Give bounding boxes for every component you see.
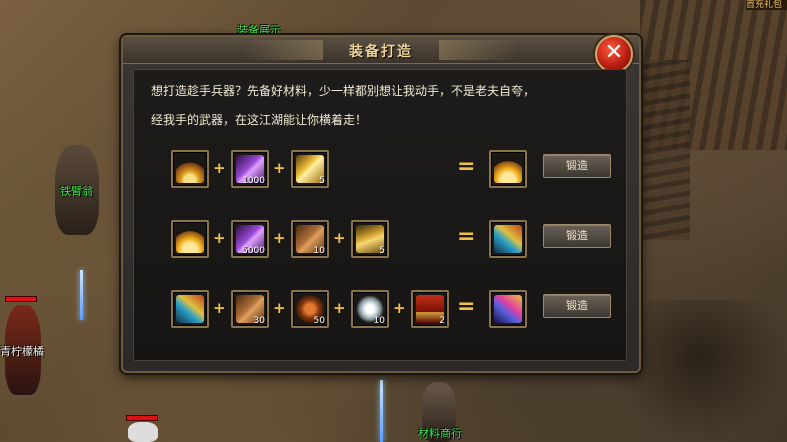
material-slot[interactable]: 5 bbox=[351, 220, 389, 258]
feather-fan-icon bbox=[494, 225, 522, 253]
material-quantity: 10 bbox=[373, 316, 385, 326]
material-slot[interactable] bbox=[171, 220, 209, 258]
golden-fan-icon bbox=[494, 155, 522, 183]
material-slot[interactable]: 5 bbox=[291, 150, 329, 188]
plus-sign: + bbox=[273, 229, 286, 247]
npc-sprite-bottom[interactable] bbox=[128, 422, 158, 442]
forge-dialog: 装备打造 ✕ 想打造趁手兵器？先备好材料，少一样都别想让我动手，不是老夫自夸， … bbox=[121, 35, 641, 373]
npc-hp-bar bbox=[126, 415, 158, 421]
forge-button[interactable]: 锻造 bbox=[543, 154, 611, 178]
golden-fan-icon bbox=[176, 225, 204, 253]
dialog-title: 装备打造 bbox=[349, 44, 413, 60]
result-slot[interactable] bbox=[489, 290, 527, 328]
material-slot[interactable] bbox=[171, 150, 209, 188]
equals-sign: = bbox=[457, 294, 476, 319]
light-beam-effect bbox=[380, 380, 383, 442]
material-slot[interactable]: 50 bbox=[291, 290, 329, 328]
material-quantity: 2 bbox=[439, 316, 445, 326]
fan-weapon-icon bbox=[176, 155, 204, 183]
result-slot[interactable] bbox=[489, 220, 527, 258]
material-slot[interactable]: 2 bbox=[411, 290, 449, 328]
player-name: 青柠檬橘 bbox=[0, 345, 44, 358]
material-quantity: 30 bbox=[253, 316, 265, 326]
material-slot[interactable]: 5000 bbox=[231, 220, 269, 258]
material-slot[interactable]: 30 bbox=[231, 290, 269, 328]
equals-sign: = bbox=[457, 154, 476, 179]
plus-sign: + bbox=[213, 159, 226, 177]
material-slot[interactable]: 10 bbox=[351, 290, 389, 328]
material-quantity: 5 bbox=[319, 176, 325, 186]
violet-feather-fan-icon bbox=[494, 295, 522, 323]
plus-sign: + bbox=[213, 229, 226, 247]
recipe-row: + 1000 + 5 = 锻造 bbox=[171, 150, 615, 190]
material-slot[interactable] bbox=[171, 290, 209, 328]
material-quantity: 5000 bbox=[242, 246, 265, 256]
plus-sign: + bbox=[393, 299, 406, 317]
top-right-event-button[interactable]: 首充礼包 bbox=[746, 0, 787, 10]
recipe-row: + 30 + 50 + 10 + 2 = 锻造 bbox=[171, 290, 615, 330]
material-quantity: 10 bbox=[313, 246, 325, 256]
light-beam-effect bbox=[80, 270, 83, 320]
plus-sign: + bbox=[213, 299, 226, 317]
material-slot[interactable]: 10 bbox=[291, 220, 329, 258]
result-slot[interactable] bbox=[489, 150, 527, 188]
material-slot[interactable]: 1000 bbox=[231, 150, 269, 188]
material-quantity: 50 bbox=[313, 316, 325, 326]
intro-text-line2: 经我手的武器，在这江湖能让你横着走！ bbox=[151, 113, 368, 127]
forge-button[interactable]: 锻造 bbox=[543, 224, 611, 248]
close-icon[interactable]: ✕ bbox=[595, 35, 633, 73]
forge-button[interactable]: 锻造 bbox=[543, 294, 611, 318]
plus-sign: + bbox=[333, 299, 346, 317]
feather-fan-icon bbox=[176, 295, 204, 323]
player-hp-bar bbox=[5, 296, 37, 302]
npc-name-blacksmith[interactable]: 铁臂翁 bbox=[60, 183, 93, 199]
dialog-title-bar[interactable]: 装备打造 bbox=[123, 37, 639, 64]
npc-name-material-shop[interactable]: 材料商行 bbox=[418, 425, 462, 441]
material-quantity: 1000 bbox=[242, 176, 265, 186]
plus-sign: + bbox=[273, 299, 286, 317]
intro-text-line1: 想打造趁手兵器？先备好材料，少一样都别想让我动手，不是老夫自夸， bbox=[151, 84, 536, 98]
equals-sign: = bbox=[457, 224, 476, 249]
recipe-row: + 5000 + 10 + 5 = 锻造 bbox=[171, 220, 615, 260]
plus-sign: + bbox=[273, 159, 286, 177]
material-quantity: 5 bbox=[379, 246, 385, 256]
plus-sign: + bbox=[333, 229, 346, 247]
